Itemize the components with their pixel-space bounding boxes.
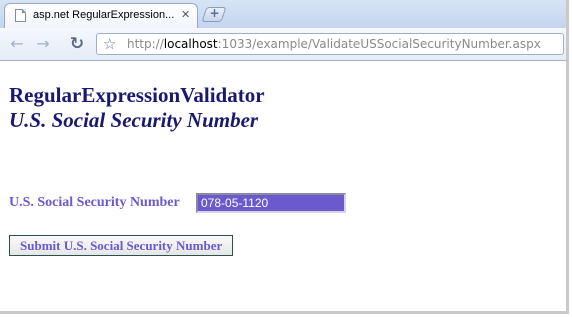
page-title: RegularExpressionValidator bbox=[9, 83, 265, 107]
forward-arrow-icon[interactable]: → bbox=[32, 34, 54, 54]
address-bar[interactable]: ☆ http://localhost:1033/example/Validate… bbox=[96, 33, 564, 55]
browser-toolbar: ← → ↻ ☆ http://localhost:1033/example/Va… bbox=[0, 28, 566, 61]
url-scheme: http:// bbox=[127, 37, 164, 51]
reload-icon[interactable]: ↻ bbox=[66, 34, 88, 54]
page-subtitle: U.S. Social Security Number bbox=[9, 108, 259, 132]
new-tab-button[interactable]: + bbox=[201, 6, 227, 22]
ssn-input[interactable] bbox=[196, 193, 346, 213]
plus-icon: + bbox=[209, 6, 220, 20]
back-arrow-icon[interactable]: ← bbox=[6, 34, 28, 54]
url-path: :1033/example/ValidateUSSocialSecurityNu… bbox=[217, 37, 541, 51]
ssn-label: U.S. Social Security Number bbox=[9, 195, 180, 210]
url-text: http://localhost:1033/example/ValidateUS… bbox=[127, 37, 541, 51]
browser-window: asp.net RegularExpression... ✕ + ← → ↻ ☆… bbox=[0, 0, 569, 314]
tab-strip: asp.net RegularExpression... ✕ + bbox=[0, 0, 566, 29]
url-host: localhost bbox=[163, 37, 218, 51]
page-icon bbox=[15, 9, 26, 22]
star-icon[interactable]: ☆ bbox=[103, 34, 116, 54]
page-content: RegularExpressionValidator U.S. Social S… bbox=[0, 61, 566, 311]
browser-tab[interactable]: asp.net RegularExpression... ✕ bbox=[4, 3, 198, 28]
submit-button[interactable]: Submit U.S. Social Security Number bbox=[9, 235, 234, 256]
close-icon[interactable]: ✕ bbox=[181, 8, 190, 21]
tab-title: asp.net RegularExpression... bbox=[33, 9, 175, 21]
